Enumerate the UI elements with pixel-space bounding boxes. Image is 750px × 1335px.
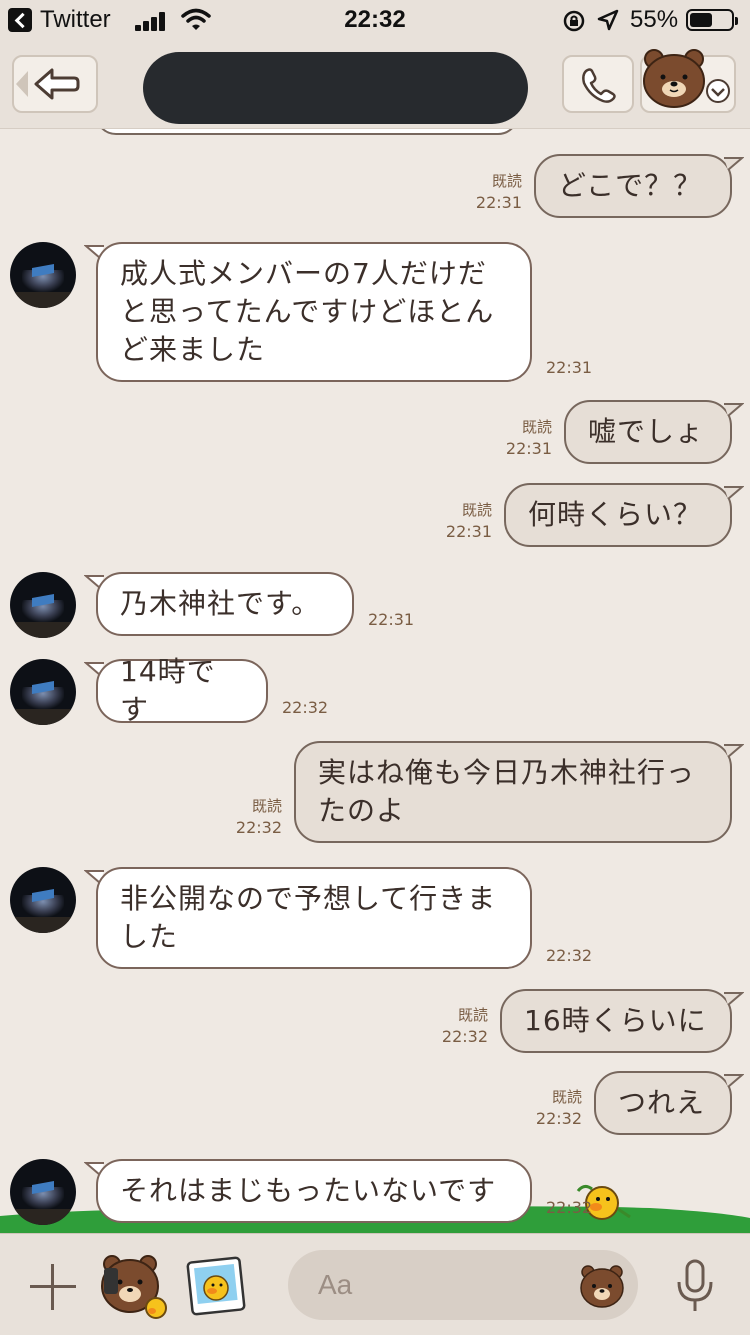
call-button[interactable] <box>562 55 634 113</box>
phone-icon <box>582 68 616 103</box>
read-receipt: 既読 <box>491 172 522 190</box>
message-meta: 既読 22:31 <box>470 417 552 459</box>
rotation-lock-icon <box>563 10 585 32</box>
message-input[interactable] <box>316 1264 560 1306</box>
message-time: 22:31 <box>368 610 415 629</box>
bubble-tail <box>724 1074 744 1088</box>
bear-menu-icon <box>643 49 730 108</box>
read-receipt: 既読 <box>461 501 492 519</box>
message-bubble-incoming[interactable]: 非公開なので予想して行きま した <box>96 867 532 969</box>
contact-avatar[interactable] <box>10 572 76 638</box>
back-button[interactable] <box>12 55 98 113</box>
message-time: 22:32 <box>235 818 282 837</box>
message-bubble-incoming[interactable]: 乃木神社です。 <box>96 572 354 636</box>
message-meta: 既読 22:31 <box>410 500 492 542</box>
message-bubble-partial[interactable] <box>95 129 519 135</box>
message-time: 22:32 <box>546 1198 593 1217</box>
read-receipt: 既読 <box>457 1006 488 1024</box>
bear-sticker-icon[interactable] <box>98 1250 170 1322</box>
battery-icon <box>686 9 738 31</box>
read-receipt: 既読 <box>251 797 282 815</box>
message-bubble-outgoing[interactable]: 嘘でしょ <box>564 400 732 464</box>
message-bubble-outgoing[interactable]: 実はね俺も今日乃木神社行っ たのよ <box>294 741 732 843</box>
message-meta: 既読 22:32 <box>200 796 282 838</box>
message-time: 22:32 <box>535 1109 582 1128</box>
contact-avatar[interactable] <box>10 659 76 725</box>
message-bubble-incoming[interactable]: 14時です <box>96 655 268 726</box>
message-bubble-outgoing[interactable]: つれえ <box>594 1071 732 1135</box>
message-time: 22:32 <box>282 698 329 717</box>
location-icon <box>597 9 619 31</box>
message-list[interactable]: 既読 22:31 どこで？？ 成人式メンバーの7人だけだ と思ってたんですけどほ… <box>0 129 750 1233</box>
status-bar: Twitter 22:32 55% <box>0 0 750 40</box>
message-meta: 既読 22:32 <box>406 1005 488 1047</box>
contact-avatar[interactable] <box>10 242 76 308</box>
message-time: 22:31 <box>505 439 552 458</box>
battery-percent: 55% <box>630 6 679 33</box>
chat-title-redacted <box>143 52 528 124</box>
message-composer <box>0 1233 750 1335</box>
photo-icon[interactable] <box>184 1254 248 1318</box>
message-bubble-outgoing[interactable]: 16時くらいに <box>500 989 732 1053</box>
message-meta: 既読 22:31 <box>440 171 522 213</box>
chat-menu-button[interactable] <box>640 49 736 113</box>
message-bubble-incoming[interactable]: それはまじもったいないです <box>96 1159 532 1223</box>
bubble-tail <box>724 744 744 758</box>
bubble-tail <box>724 403 744 417</box>
message-meta: 既読 22:32 <box>500 1087 582 1129</box>
contact-avatar[interactable] <box>10 867 76 933</box>
message-time: 22:31 <box>475 193 522 212</box>
message-input-field[interactable] <box>288 1250 638 1320</box>
contact-avatar[interactable] <box>10 1159 76 1225</box>
message-time: 22:31 <box>445 522 492 541</box>
message-bubble-outgoing[interactable]: 何時くらい？ <box>504 483 732 547</box>
plus-icon[interactable] <box>30 1264 76 1310</box>
bubble-tail <box>724 157 744 171</box>
message-time: 22:32 <box>546 946 593 965</box>
read-receipt: 既読 <box>551 1088 582 1106</box>
bubble-tail <box>724 486 744 500</box>
message-bubble-outgoing[interactable]: どこで？？ <box>534 154 732 218</box>
read-receipt: 既読 <box>521 418 552 436</box>
bubble-tail <box>724 992 744 1006</box>
message-time: 22:32 <box>441 1027 488 1046</box>
chat-header <box>0 40 750 129</box>
microphone-icon[interactable] <box>672 1258 718 1314</box>
bear-face-icon[interactable] <box>578 1262 626 1310</box>
message-time: 22:31 <box>546 358 593 377</box>
back-arrow-icon <box>16 68 80 100</box>
message-bubble-incoming[interactable]: 成人式メンバーの7人だけだ と思ってたんですけどほとん ど来ました <box>96 242 532 382</box>
